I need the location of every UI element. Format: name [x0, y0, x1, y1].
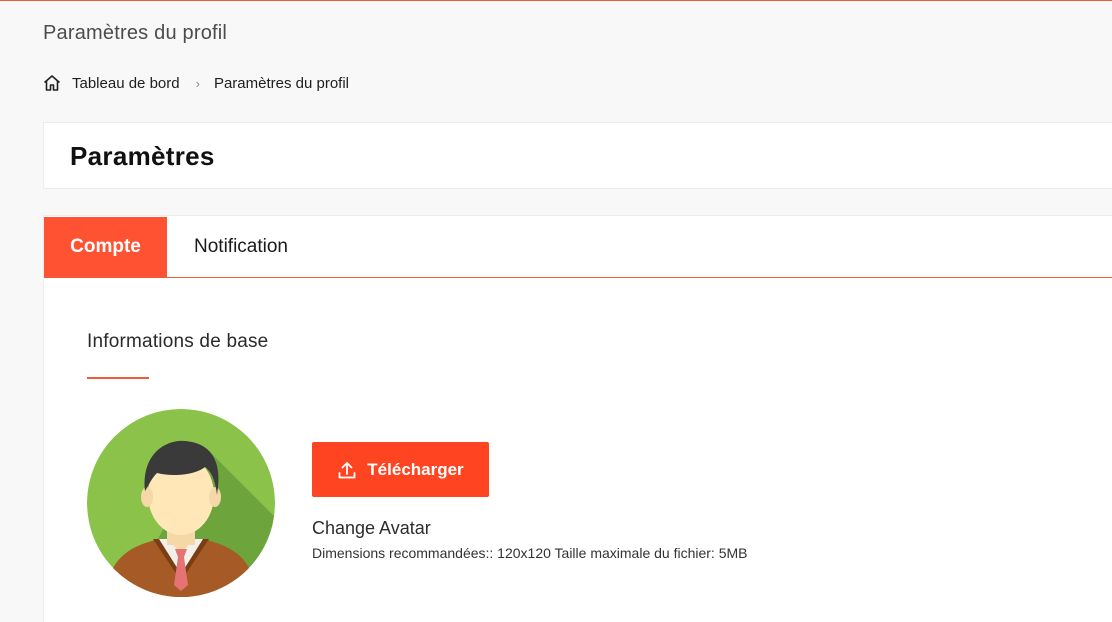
breadcrumb-separator: ›: [195, 75, 200, 91]
home-icon[interactable]: [42, 73, 62, 93]
tab-bar: Compte Notification: [44, 217, 1112, 278]
section-underline: [87, 377, 149, 379]
page-heading: Paramètres du profil: [43, 22, 228, 44]
breadcrumb-item-current: Paramètres du profil: [213, 74, 349, 92]
breadcrumb-item-dashboard[interactable]: Tableau de bord: [72, 75, 180, 92]
top-accent-line: [0, 0, 1112, 1]
tab-notification[interactable]: Notification: [167, 217, 288, 277]
avatar-caption: Change Avatar: [312, 518, 431, 538]
upload-button[interactable]: Télécharger: [312, 442, 489, 497]
card-title: Paramètres: [70, 141, 215, 171]
upload-icon: [338, 461, 356, 478]
avatar: [87, 409, 275, 597]
upload-button-label: Télécharger: [367, 459, 464, 479]
avatar-hint: Dimensions recommandées:: 120x120 Taille…: [312, 545, 748, 561]
breadcrumb: Tableau de bord › Paramètres du profil: [42, 72, 349, 94]
settings-card: Compte Notification Informations de base: [43, 215, 1112, 622]
tab-account[interactable]: Compte: [44, 217, 167, 277]
title-card: Paramètres: [43, 122, 1112, 189]
section-title: Informations de base: [87, 331, 269, 352]
